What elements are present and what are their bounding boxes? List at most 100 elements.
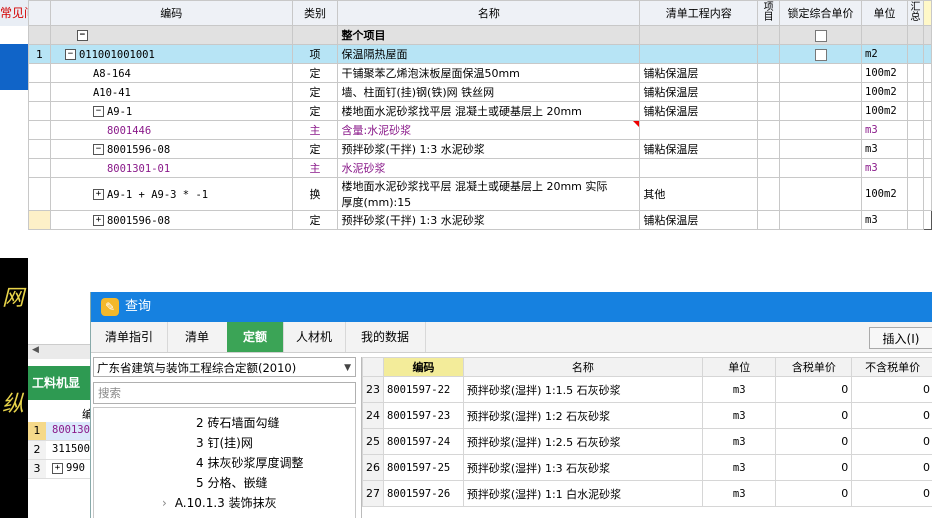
row-content	[639, 44, 759, 64]
header-rownum	[28, 0, 51, 26]
tree-item[interactable]: 2 砖石墙面勾缝	[196, 414, 279, 431]
table-row[interactable]: −8001596-08 定预拌砂浆(干拌) 1:3 水泥砂浆 铺粘保温层 m3	[28, 139, 932, 159]
lock-checkbox[interactable]	[814, 48, 827, 61]
query-dialog: ✎ 查询 清单指引 清单 定额 人材机 我的数据 插入(I) 广东省建筑与装饰工程综合定…	[90, 292, 932, 518]
row-content	[639, 120, 759, 140]
table-row[interactable]: 1−011001001001 项保温隔热屋面 m2	[28, 44, 932, 64]
tab-1[interactable]: 清单	[167, 322, 228, 352]
header-content[interactable]: 清单工程内容	[639, 0, 759, 26]
quota-library-select[interactable]: 广东省建筑与装饰工程综合定额(2010) ▼	[93, 357, 356, 377]
header-lock-price[interactable]: 锁定综合单价	[779, 0, 863, 26]
header-summary[interactable]: 汇总	[906, 0, 924, 26]
tab-0[interactable]: 清单指引	[91, 322, 168, 352]
tab-3[interactable]: 人材机	[283, 322, 346, 352]
result-code: 8001597-23	[383, 402, 464, 429]
header-type[interactable]: 类别	[291, 0, 339, 26]
result-code: 8001597-25	[383, 454, 464, 481]
chevron-down-icon[interactable]: ▼	[344, 358, 351, 378]
result-unit: m3	[701, 428, 777, 455]
row-unit: 100m2	[861, 63, 908, 83]
row-code: + A9-1 + A9-3 * -1	[49, 177, 293, 211]
horizontal-scrollbar[interactable]: ◀	[28, 344, 90, 359]
resource-row[interactable]: 2 311500	[28, 441, 90, 460]
row-summary	[906, 177, 924, 211]
row-number	[28, 210, 51, 230]
expand-icon[interactable]: +	[92, 215, 104, 226]
results-header-unit[interactable]: 单位	[701, 357, 777, 377]
tree-item[interactable]: 3 钉(挂)网	[196, 434, 253, 451]
tree-item[interactable]: › A.10.1.3 装饰抹灰	[162, 494, 277, 511]
table-row[interactable]: 8001301-01 主水泥砂浆 m3	[28, 158, 932, 178]
quota-results-table: 编码 名称 单位 含税单价 不含税单价 23 8001597-22 预拌砂浆(湿拌)…	[361, 357, 932, 518]
dialog-title-bar[interactable]: ✎ 查询	[91, 292, 932, 322]
table-row[interactable]: 27 8001597-26 预拌砂浆(湿拌) 1:1 白水泥砂浆 m3 0 0	[362, 480, 932, 507]
row-code: A8-164	[49, 63, 293, 83]
insert-button[interactable]: 插入(I)	[869, 327, 932, 349]
table-row[interactable]: 8001446 主含量:水泥砂浆 m3	[28, 120, 932, 140]
row-lock	[779, 82, 863, 102]
table-row[interactable]: A8-164 定干铺聚苯乙烯泡沫板屋面保温50mm 铺粘保温层 100m2	[28, 63, 932, 83]
row-code: − A9-1	[49, 101, 293, 121]
row-item	[757, 63, 781, 83]
tree-item[interactable]: 5 分格、嵌缝	[196, 474, 267, 491]
row-type: 定	[291, 63, 339, 83]
resource-row[interactable]: 3 +990	[28, 460, 90, 479]
expand-icon[interactable]: +	[52, 463, 63, 474]
row-unit: 100m2	[861, 101, 908, 121]
result-notax-price: 0	[851, 376, 932, 403]
table-row[interactable]: + A9-1 + A9-3 * -1 换楼地面水泥砂浆找平层 混凝土或硬基层上 20…	[28, 177, 932, 211]
table-row[interactable]: 23 8001597-22 预拌砂浆(湿拌) 1:1.5 石灰砂浆 m3 0 0	[362, 376, 932, 403]
row-code: 8001446	[49, 120, 293, 140]
grid-header-row: 编码 类别 名称 清单工程内容 项目 锁定综合单价 单位 汇总	[28, 0, 932, 26]
table-row[interactable]: 26 8001597-25 预拌砂浆(湿拌) 1:3 石灰砂浆 m3 0 0	[362, 454, 932, 481]
result-code: 8001597-22	[383, 376, 464, 403]
row-unit: m3	[861, 210, 908, 230]
faq-tab[interactable]: 常见问	[0, 0, 28, 26]
labor-material-display-tab[interactable]: 工料机显	[28, 366, 94, 400]
table-row[interactable]: − A9-1 定楼地面水泥砂浆找平层 混凝土或硬基层上 20mm 铺粘保温层 100m2	[28, 101, 932, 121]
row-unit: m3	[861, 139, 908, 159]
row-lock	[779, 63, 863, 83]
collapse-icon[interactable]: −	[92, 144, 104, 155]
tab-2[interactable]: 定额	[227, 322, 284, 352]
row-lock	[779, 177, 863, 211]
row-extra	[922, 101, 932, 121]
neon-glyph: 纵	[2, 392, 25, 417]
expand-icon[interactable]: +	[92, 189, 104, 200]
results-header-code[interactable]: 编码	[383, 357, 464, 377]
table-row[interactable]: 25 8001597-24 预拌砂浆(湿拌) 1:2.5 石灰砂浆 m3 0 0	[362, 428, 932, 455]
resource-row[interactable]: 1 800130	[28, 422, 90, 441]
header-code[interactable]: 编码	[49, 0, 293, 26]
table-row[interactable]: A10-41 定墙、柱面钉(挂)钢(铁)网 铁丝网 铺粘保温层 100m2	[28, 82, 932, 102]
chevron-right-icon[interactable]: ›	[162, 496, 167, 510]
tree-item[interactable]: 4 抹灰砂浆厚度调整	[196, 454, 303, 471]
row-lock	[779, 210, 863, 230]
tab-4[interactable]: 我的数据	[345, 322, 426, 352]
row-code: −011001001001	[49, 44, 293, 64]
code-text: A9-1 + A9-3 * -1	[106, 188, 209, 201]
search-input[interactable]	[93, 382, 356, 404]
row-type: 定	[291, 139, 339, 159]
scroll-left-icon[interactable]: ◀	[32, 345, 39, 355]
lock-checkbox[interactable]	[814, 29, 827, 42]
results-header-name[interactable]: 名称	[462, 357, 703, 377]
resource-code: 990	[66, 462, 85, 474]
group-row-whole-project[interactable]: − 整个项目	[28, 25, 932, 45]
table-row[interactable]: +8001596-08 定预拌砂浆(干拌) 1:3 水泥砂浆 铺粘保温层 m3	[28, 210, 932, 230]
row-number	[28, 63, 51, 83]
header-item[interactable]: 项目	[757, 0, 781, 26]
collapse-icon[interactable]: −	[64, 49, 76, 60]
collapse-icon[interactable]: −	[92, 106, 104, 117]
collapse-icon[interactable]: −	[76, 30, 88, 41]
left-dark-preview: 网 纵	[0, 258, 28, 518]
results-header-notax-price[interactable]: 不含税单价	[851, 357, 932, 377]
table-row[interactable]: 24 8001597-23 预拌砂浆(湿拌) 1:2 石灰砂浆 m3 0 0	[362, 402, 932, 429]
row-name: 预拌砂浆(干拌) 1:3 水泥砂浆	[337, 210, 641, 230]
header-unit[interactable]: 单位	[861, 0, 908, 26]
row-name: 预拌砂浆(干拌) 1:3 水泥砂浆	[337, 139, 641, 159]
name-text: 含量:水泥砂浆	[341, 124, 412, 137]
header-name[interactable]: 名称	[337, 0, 641, 26]
results-header-tax-price[interactable]: 含税单价	[775, 357, 853, 377]
name-text: 干铺聚苯乙烯泡沫板屋面保温50mm	[341, 67, 520, 80]
tree-item-label: 4 抹灰砂浆厚度调整	[196, 456, 304, 470]
